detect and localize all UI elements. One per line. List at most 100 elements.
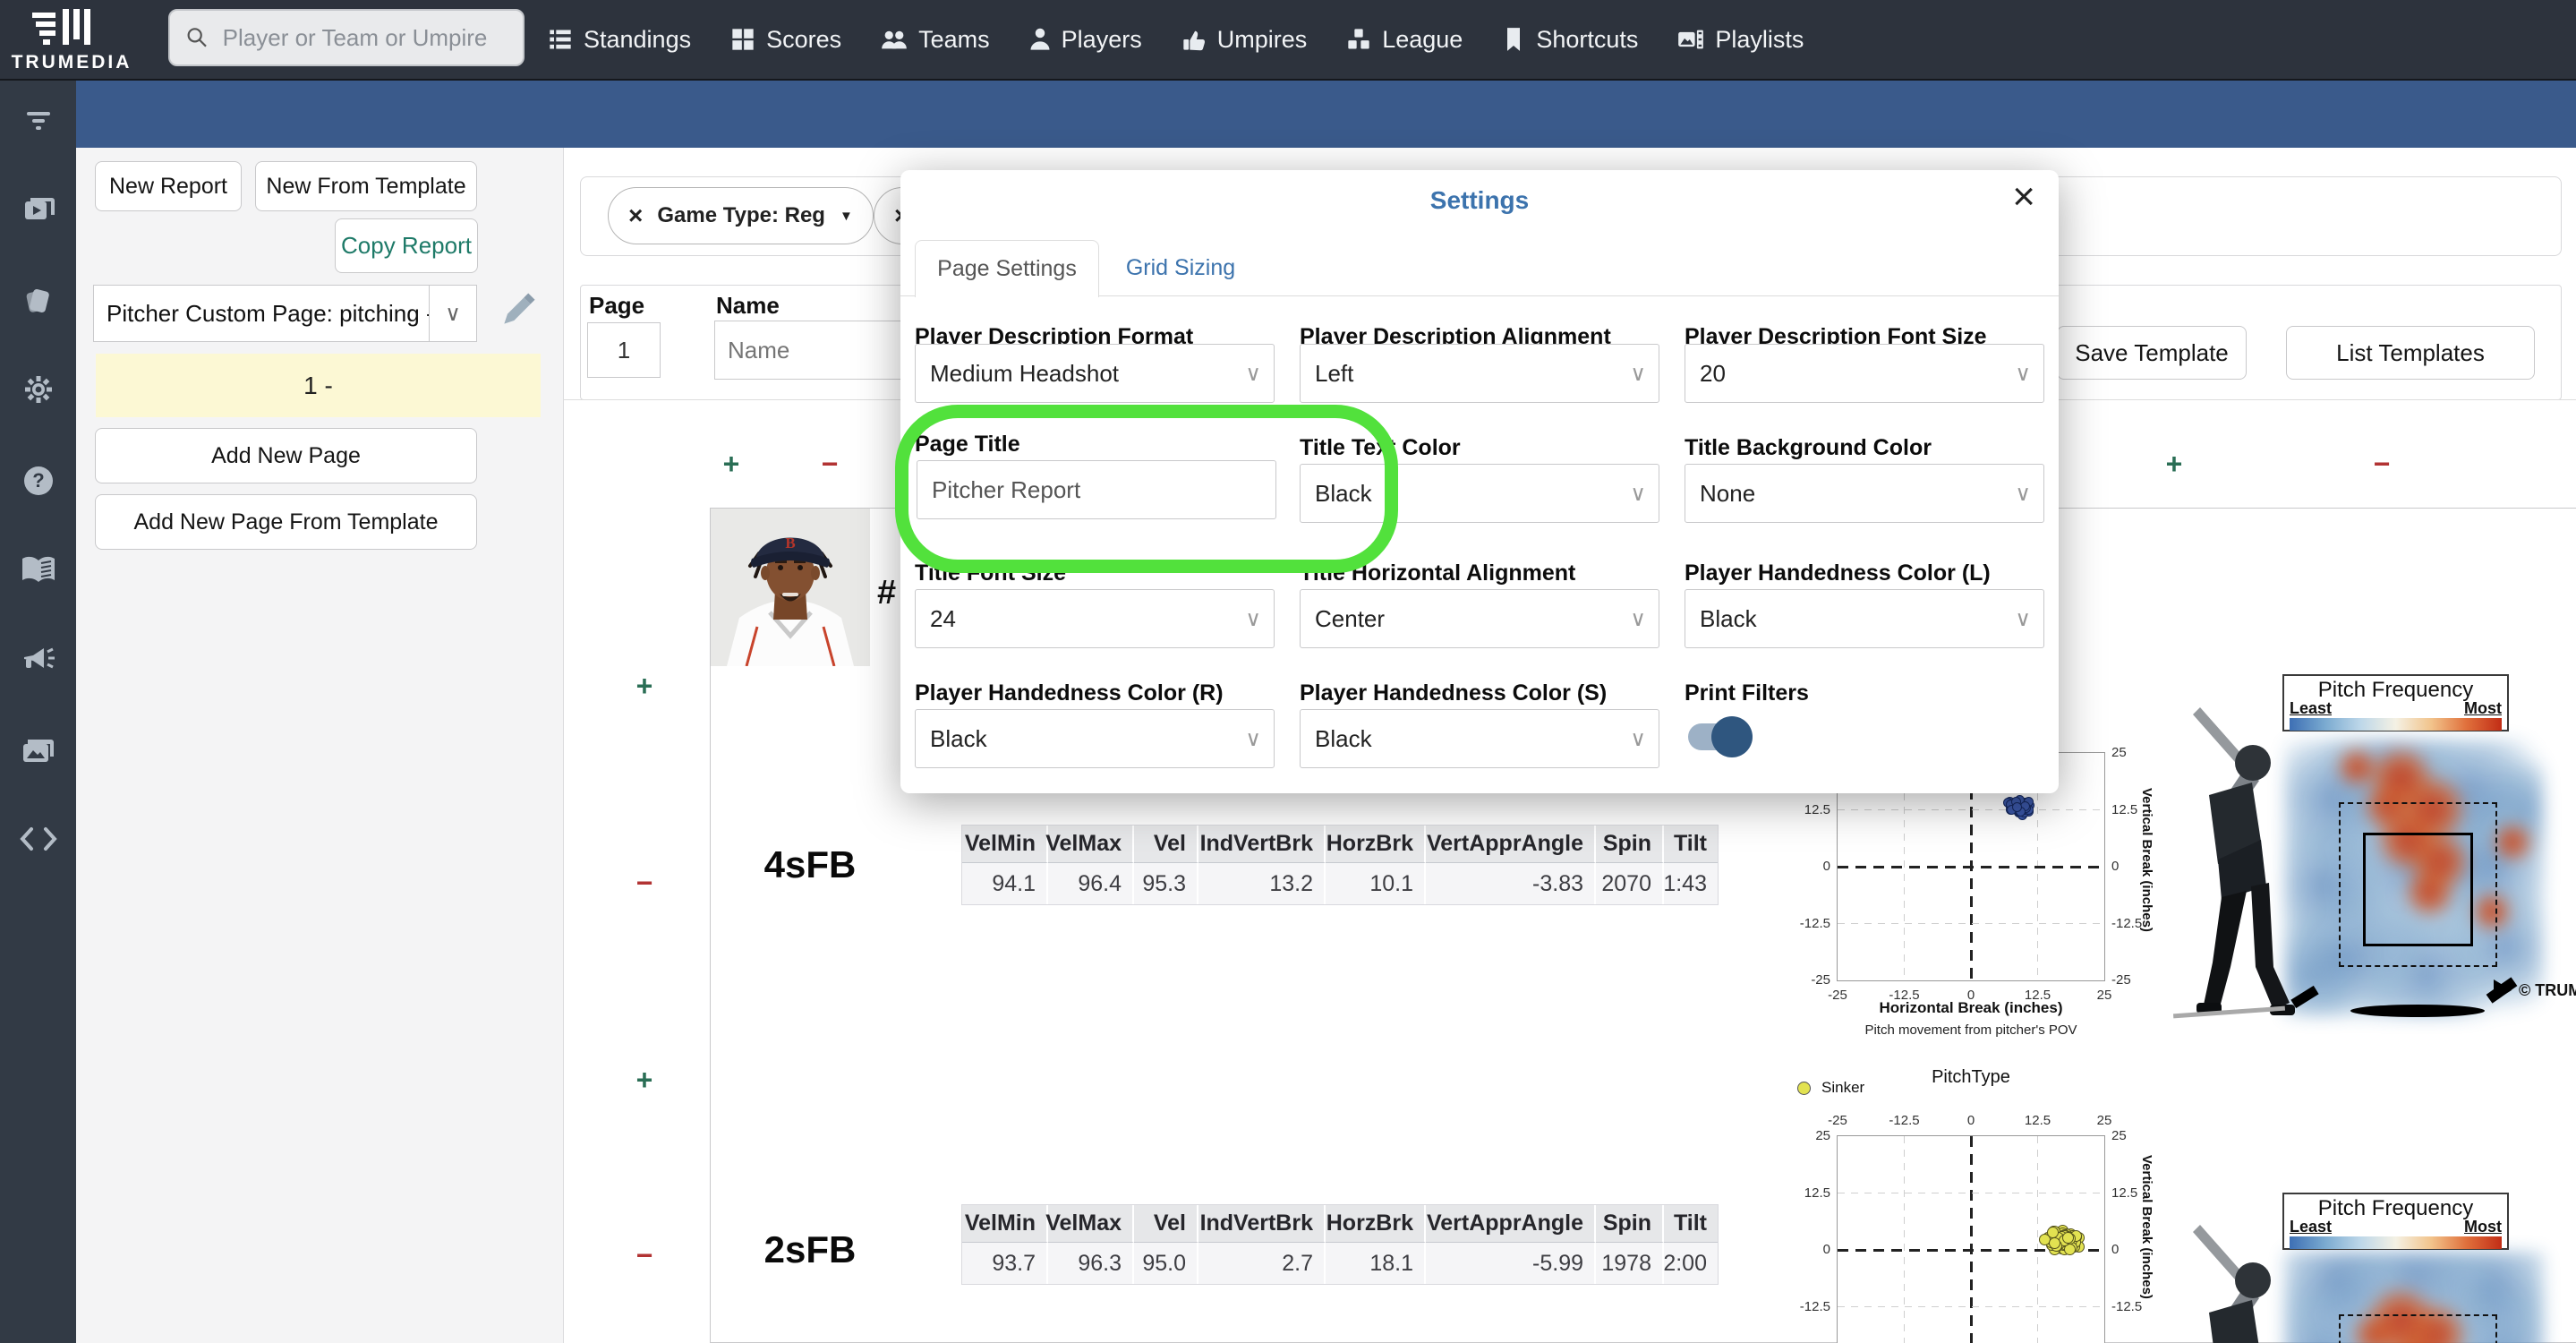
edit-pencil-icon[interactable] (498, 291, 537, 330)
table-cell: 94.1 (962, 863, 1048, 904)
shortcuts-icon (1507, 28, 1521, 51)
add-column-button[interactable]: + (716, 448, 746, 481)
tab-page-settings[interactable]: Page Settings (915, 240, 1099, 297)
add-row-button[interactable]: + (629, 670, 660, 703)
report-selector-dropdown[interactable]: Pitcher Custom Page: pitching -... ∨ (93, 285, 477, 342)
y-tick-label: 0 (2111, 1242, 2120, 1257)
caret-down-icon: ▼ (839, 208, 853, 224)
search-input[interactable] (220, 22, 507, 53)
nav-item-label: Scores (766, 25, 842, 53)
column-header: VertApprAngle (1426, 825, 1596, 863)
table-header-row: VelMin VelMax Vel IndVertBrk HorzBrk VertAppr… (962, 825, 1718, 863)
page-number-input[interactable] (587, 322, 661, 378)
copy-report-button[interactable]: Copy Report (335, 218, 478, 273)
table-cell: 93.7 (962, 1243, 1048, 1284)
nav-item-standings[interactable]: Standings (548, 26, 691, 54)
select-value: Center (1315, 604, 1386, 632)
column-header: Tilt (1664, 1205, 1718, 1243)
player-headshot: B (711, 509, 870, 666)
save-template-button[interactable]: Save Template (2057, 326, 2247, 380)
y-tick-label: -12.5 (1799, 915, 1830, 931)
select-value: Black (930, 724, 987, 752)
trumedia-play-icon (2494, 979, 2512, 1001)
add-new-page-button[interactable]: Add New Page (95, 428, 477, 483)
nav-item-teams[interactable]: Teams (881, 26, 990, 54)
title-horizontal-alignment-select[interactable]: Center ∨ (1300, 589, 1659, 648)
remove-row-button[interactable]: − (629, 867, 660, 900)
y-tick-label: 12.5 (2111, 801, 2138, 817)
field-label: Page Title (915, 432, 1020, 457)
svg-text:?: ? (32, 469, 44, 492)
tags-icon[interactable] (0, 285, 76, 317)
new-from-template-button[interactable]: New From Template (255, 161, 477, 211)
sinker-data-point (2048, 1237, 2060, 1250)
select-value: Medium Headshot (930, 359, 1119, 387)
player-handedness-color-l-select[interactable]: Black ∨ (1685, 589, 2044, 648)
add-column-button[interactable]: + (2159, 448, 2189, 481)
list-templates-button[interactable]: List Templates (2286, 326, 2535, 380)
y-tick-label: 25 (1815, 1128, 1830, 1143)
media-gallery-icon[interactable] (0, 734, 76, 766)
settings-modal: Settings × Page Settings Grid Sizing Pla… (900, 170, 2059, 793)
gridline-y (1838, 1192, 2104, 1194)
video-playlist-icon[interactable] (0, 192, 76, 225)
announcements-icon[interactable] (0, 645, 76, 677)
chevron-down-icon: ∨ (429, 286, 476, 341)
y-tick-label: -25 (1811, 972, 1830, 988)
settings-gear-icon[interactable] (0, 372, 76, 406)
column-header: Spin (1596, 825, 1664, 863)
report-selector-value: Pitcher Custom Page: pitching -... (107, 299, 429, 327)
title-font-size-select[interactable]: 24 ∨ (915, 589, 1275, 648)
print-filters-toggle[interactable] (1688, 716, 1753, 757)
global-search[interactable] (168, 9, 525, 66)
player-handedness-color-s-select[interactable]: Black ∨ (1300, 709, 1659, 768)
add-new-page-from-template-button[interactable]: Add New Page From Template (95, 494, 477, 550)
column-header: HorzBrk (1326, 1205, 1426, 1243)
player-handedness-color-r-select[interactable]: Black ∨ (915, 709, 1275, 768)
nav-items: Standings Scores Teams Players Umpires L… (548, 0, 1804, 79)
nav-item-shortcuts[interactable]: Shortcuts (1502, 26, 1638, 54)
remove-row-button[interactable]: − (629, 1239, 660, 1272)
add-row-button[interactable]: + (629, 1064, 660, 1097)
nav-item-players[interactable]: Players (1029, 26, 1142, 54)
close-icon[interactable]: × (2012, 177, 2035, 217)
tab-grid-sizing[interactable]: Grid Sizing (1122, 240, 1239, 296)
player-description-font-size-select[interactable]: 20 ∨ (1685, 344, 2044, 403)
table-cell: 18.1 (1326, 1243, 1426, 1284)
nav-item-label: Shortcuts (1536, 25, 1639, 53)
remove-filter-icon[interactable]: × (628, 201, 643, 230)
remove-column-button[interactable]: − (2367, 448, 2397, 481)
player-description-format-select[interactable]: Medium Headshot ∨ (915, 344, 1275, 403)
book-icon[interactable] (0, 555, 76, 586)
scale-min-label: Least (2290, 699, 2333, 717)
remove-column-button[interactable]: − (815, 448, 845, 481)
chevron-down-icon: ∨ (1630, 726, 1646, 751)
select-value: Black (1700, 604, 1757, 632)
nav-item-scores[interactable]: Scores (730, 26, 841, 54)
select-value: Black (1315, 479, 1372, 507)
field-label: Print Filters (1685, 680, 1809, 706)
top-nav: TRUMEDIA Standings Scores Teams (0, 0, 2576, 81)
nav-item-league[interactable]: League (1346, 26, 1463, 54)
page-indicator[interactable]: 1 - (96, 354, 541, 417)
nav-item-label: Standings (584, 25, 692, 53)
new-report-button[interactable]: New Report (95, 161, 242, 211)
trumedia-logo-icon[interactable] (27, 7, 97, 50)
nav-item-playlists[interactable]: Playlists (1677, 26, 1804, 54)
y-tick-label: 12.5 (2111, 1185, 2138, 1201)
page-column-label: Page (589, 292, 645, 319)
title-background-color-select[interactable]: None ∨ (1685, 464, 2044, 523)
column-header: Spin (1596, 1205, 1664, 1243)
column-header: Vel (1134, 825, 1198, 863)
nav-item-label: League (1382, 25, 1463, 53)
nav-item-umpires[interactable]: Umpires (1181, 26, 1307, 54)
help-icon[interactable]: ? (0, 464, 76, 498)
filter-icon[interactable] (0, 104, 76, 136)
player-description-alignment-select[interactable]: Left ∨ (1300, 344, 1659, 403)
players-icon (1030, 28, 1050, 50)
title-text-color-select[interactable]: Black ∨ (1300, 464, 1659, 523)
filter-chip-game-type[interactable]: × Game Type: Reg ▼ (608, 187, 874, 244)
code-icon[interactable] (0, 825, 76, 852)
column-header: IndVertBrk (1198, 825, 1326, 863)
page-title-input[interactable] (917, 460, 1276, 519)
